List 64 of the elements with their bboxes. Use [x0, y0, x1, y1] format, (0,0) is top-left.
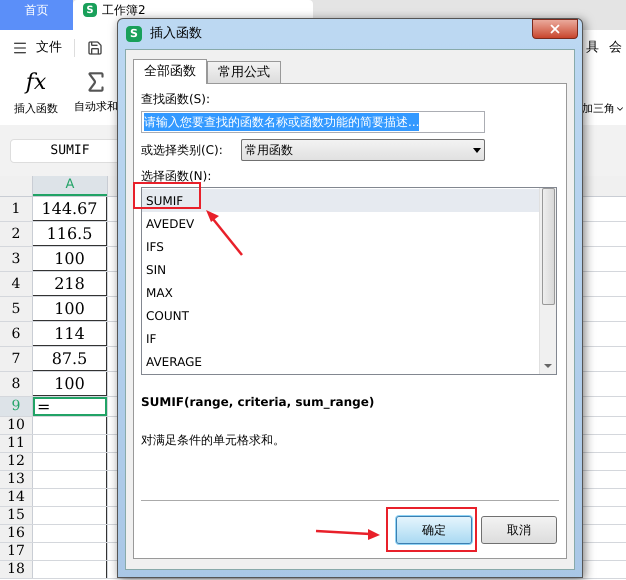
dropdown-arrow-icon	[473, 148, 481, 152]
row-header[interactable]: 13	[0, 471, 33, 488]
table-cell: 218	[33, 272, 107, 296]
row-header[interactable]: 5	[0, 297, 33, 321]
table-cell: 114	[33, 322, 107, 346]
function-item[interactable]: IFS	[142, 235, 539, 258]
row-header[interactable]: 4	[0, 272, 33, 296]
row-header[interactable]: 11	[0, 435, 33, 452]
table-cell: 100	[33, 372, 107, 396]
annotation-arrow	[316, 529, 380, 540]
file-menu[interactable]: 文件	[36, 38, 62, 58]
save-icon[interactable]	[87, 40, 103, 56]
row-header[interactable]: 7	[0, 347, 33, 371]
function-item[interactable]: MAX	[142, 281, 539, 304]
app-logo-icon: S	[83, 3, 97, 17]
function-description: 对满足条件的单元格求和。	[141, 432, 286, 449]
close-icon	[548, 22, 562, 36]
row-header[interactable]: 14	[0, 489, 33, 506]
ribbon-label: 插入函数	[14, 101, 58, 117]
row-header[interactable]: 15	[0, 507, 33, 524]
category-label: 或选择类别(C):	[141, 142, 224, 159]
function-item[interactable]: AVEDEV	[142, 212, 539, 235]
function-item[interactable]: IF	[142, 327, 539, 350]
function-item[interactable]: AVERAGE	[142, 350, 539, 373]
row-header[interactable]: 1	[0, 197, 33, 221]
table-cell: 116.5	[33, 222, 107, 246]
row-header[interactable]: 3	[0, 247, 33, 271]
row-header[interactable]: 18	[0, 561, 33, 578]
dialog-button[interactable]: 确定	[396, 516, 472, 544]
list-label: 选择函数(N):	[141, 168, 212, 185]
function-item[interactable]: SUMIF	[142, 189, 539, 212]
row-header[interactable]: 10	[0, 417, 33, 434]
annotation-arrow	[206, 210, 243, 256]
menu-item[interactable]: 具	[586, 38, 599, 58]
menu-icon[interactable]	[12, 40, 28, 56]
function-symbol: fx	[26, 69, 46, 97]
function-item[interactable]: COUNT	[142, 304, 539, 327]
table-cell: 100	[33, 247, 107, 271]
row-header[interactable]: 2	[0, 222, 33, 246]
table-cell: =	[33, 397, 107, 416]
category-select[interactable]: 常用函数	[241, 139, 485, 161]
function-item[interactable]: SIN	[142, 258, 539, 281]
ribbon-button[interactable]: fx 插入函数	[12, 65, 60, 118]
table-cell: 144.67	[33, 197, 107, 221]
ribbon-button[interactable]: 自动求和	[72, 65, 120, 116]
app-logo-icon: S	[126, 26, 142, 42]
row-header[interactable]: 16	[0, 525, 33, 542]
annotation-box	[133, 182, 201, 209]
row-header[interactable]: 17	[0, 543, 33, 560]
table-cell: 100	[33, 297, 107, 321]
ribbon-label: 自动求和	[74, 99, 118, 115]
row-header[interactable]: 8	[0, 372, 33, 396]
dialog-tab[interactable]: 常用公式	[207, 61, 281, 83]
close-button[interactable]	[532, 19, 578, 39]
ribbon-dropdown[interactable]: 加三角	[582, 101, 625, 118]
menu-item[interactable]: 会	[609, 38, 622, 58]
row-header[interactable]: 12	[0, 453, 33, 470]
table-cell: 87.5	[33, 347, 107, 371]
search-label: 查找函数(S):	[141, 91, 212, 108]
dialog-button[interactable]: 取消	[481, 516, 557, 544]
dialog-tab[interactable]: 全部函数	[133, 59, 207, 84]
function-signature: SUMIF(range, criteria, sum_range)	[141, 394, 376, 411]
scrollbar[interactable]	[539, 188, 556, 374]
row-header[interactable]: 6	[0, 322, 33, 346]
